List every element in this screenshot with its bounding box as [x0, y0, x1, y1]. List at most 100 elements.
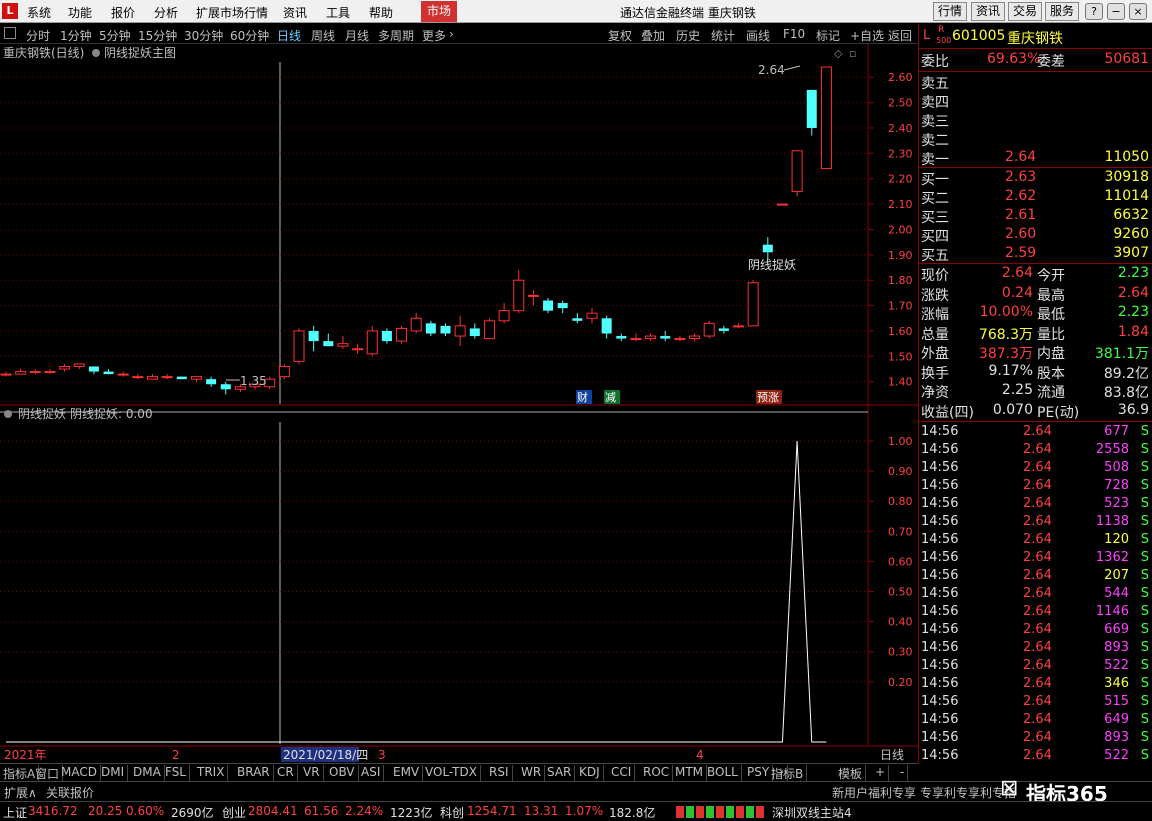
period-weekly[interactable]: 周线 — [311, 27, 335, 44]
candle[interactable] — [483, 318, 495, 340]
tool-lishi[interactable]: 历史 — [676, 27, 700, 44]
tick-row[interactable]: 14:56 2.64 522 S — [919, 748, 1152, 767]
candle[interactable] — [703, 320, 715, 339]
close-icon[interactable]: × — [1129, 3, 1147, 20]
candle[interactable] — [454, 315, 466, 347]
stat-row[interactable]: 外盘 387.3万 内盘 381.1万 — [919, 343, 1152, 362]
bid-row[interactable]: 买四 2.60 9260 — [919, 226, 1152, 245]
indicator-tab[interactable]: DMI — [98, 765, 129, 781]
period-5min[interactable]: 5分钟 — [99, 27, 131, 44]
menu-quote[interactable]: 报价 — [111, 4, 135, 21]
candle[interactable] — [498, 303, 510, 324]
news-ticker-1[interactable]: 新用户福利专享 — [832, 784, 916, 801]
candle[interactable] — [396, 325, 408, 344]
menu-info[interactable]: 资讯 — [283, 4, 307, 21]
tool-fuquan[interactable]: 复权 — [608, 27, 632, 44]
indicator-tab[interactable]: MTM — [672, 765, 708, 781]
kc-label[interactable]: 科创 — [440, 804, 464, 821]
tab-hangqing[interactable]: 行情 — [933, 2, 967, 21]
candle[interactable] — [469, 323, 480, 339]
stat-row[interactable]: 涨跌 0.24 最高 2.64 — [919, 285, 1152, 304]
period-30min[interactable]: 30分钟 — [184, 27, 223, 44]
candle[interactable] — [601, 315, 612, 339]
menu-function[interactable]: 功能 — [68, 4, 92, 21]
minimize-icon[interactable]: − — [1107, 3, 1125, 20]
bid-row[interactable]: 买三 2.61 6632 — [919, 207, 1152, 226]
tick-row[interactable]: 14:56 2.64 346 S — [919, 676, 1152, 695]
indicator-tab[interactable]: CR — [274, 765, 298, 781]
formula-settings-icon[interactable] — [92, 49, 100, 57]
candle[interactable] — [308, 325, 319, 352]
candle[interactable] — [616, 333, 627, 342]
indicator-tab-right[interactable]: + — [872, 765, 890, 781]
indicator-settings-icon[interactable] — [4, 410, 12, 418]
indicator-tab[interactable]: KDJ — [576, 765, 604, 781]
tool-tongji[interactable]: 统计 — [711, 27, 735, 44]
stat-row[interactable]: 总量 768.3万 量比 1.84 — [919, 324, 1152, 343]
candle[interactable] — [586, 308, 598, 324]
expand-toggle[interactable]: 扩展∧ — [4, 784, 37, 801]
candle[interactable] — [352, 343, 364, 354]
indicator-tab[interactable]: ROC — [640, 765, 674, 781]
candle[interactable] — [674, 336, 686, 342]
candle[interactable] — [117, 371, 129, 377]
candle[interactable] — [44, 369, 56, 375]
tick-row[interactable]: 14:56 2.64 893 S — [919, 730, 1152, 749]
indicator-tab[interactable]: BOLL — [704, 765, 742, 781]
period-more[interactable]: 更多 — [422, 27, 446, 44]
related-quote-link[interactable]: 关联报价 — [46, 784, 94, 801]
period-fenshi[interactable]: 分时 — [26, 27, 50, 44]
indicator-tab[interactable]: SAR — [544, 765, 576, 781]
tick-row[interactable]: 14:56 2.64 1138 S — [919, 514, 1152, 533]
tick-row[interactable]: 14:56 2.64 508 S — [919, 460, 1152, 479]
indicator-tab-right[interactable]: 模板 — [835, 765, 867, 781]
chart-area[interactable]: 重庆钢铁(日线) 阴线捉妖主图 ◇ ▫ 阴线捉妖 阴线捉妖: 0.00 2.64… — [0, 44, 918, 764]
indicator-tab-right[interactable]: 指标B — [768, 765, 808, 781]
indicator-tab[interactable]: MACD — [58, 765, 101, 781]
candle[interactable] — [645, 333, 657, 342]
candle[interactable] — [88, 366, 99, 375]
indicator-tab[interactable]: TRIX — [194, 765, 229, 781]
indicator-tab-right[interactable]: - — [897, 765, 909, 781]
candle[interactable] — [527, 290, 539, 306]
candle[interactable] — [689, 333, 701, 342]
bid-row[interactable]: 买五 2.59 3907 — [919, 245, 1152, 264]
period-monthly[interactable]: 月线 — [345, 27, 369, 44]
indicator-tab[interactable]: WR — [518, 765, 546, 781]
indicator-tab[interactable]: EMV — [390, 765, 424, 781]
candle[interactable] — [630, 333, 642, 342]
candle[interactable] — [440, 323, 451, 337]
kline-chart[interactable]: 重庆钢铁(日线) 阴线捉妖主图 ◇ ▫ 阴线捉妖 阴线捉妖: 0.00 2.64… — [0, 44, 918, 764]
ask-row[interactable]: 卖五 — [919, 73, 1152, 92]
candle[interactable] — [190, 376, 202, 382]
chart-formula[interactable]: 阴线捉妖主图 — [104, 45, 176, 60]
event-badge-yuzhang[interactable]: 预涨 — [756, 390, 782, 404]
stat-row[interactable]: 净资 2.25 流通 83.8亿 — [919, 382, 1152, 401]
candle[interactable] — [762, 237, 773, 260]
candle[interactable] — [278, 363, 290, 380]
period-1min[interactable]: 1分钟 — [60, 27, 92, 44]
tab-jiaoyi[interactable]: 交易 — [1008, 2, 1042, 21]
tick-row[interactable]: 14:56 2.64 1146 S — [919, 604, 1152, 623]
candle[interactable] — [513, 270, 525, 314]
candle[interactable] — [206, 376, 217, 387]
cy-label[interactable]: 创业 — [222, 804, 246, 821]
candle[interactable] — [161, 374, 173, 380]
ask-row[interactable]: 卖二 — [919, 130, 1152, 149]
tick-row[interactable]: 14:56 2.64 677 S — [919, 424, 1152, 443]
help-icon[interactable]: ? — [1085, 3, 1103, 20]
stat-row[interactable]: 收益(四) 0.070 PE(动) 36.9 — [919, 402, 1152, 421]
candle[interactable] — [323, 333, 334, 347]
candle[interactable] — [0, 371, 12, 377]
candle[interactable] — [733, 323, 744, 329]
tick-row[interactable]: 14:56 2.64 1362 S — [919, 550, 1152, 569]
tick-row[interactable]: 14:56 2.64 649 S — [919, 712, 1152, 731]
candle[interactable] — [557, 300, 568, 314]
stat-row[interactable]: 涨幅 10.00% 最低 2.23 — [919, 304, 1152, 323]
menu-system[interactable]: 系统 — [27, 4, 51, 21]
tick-row[interactable]: 14:56 2.64 893 S — [919, 640, 1152, 659]
menu-help[interactable]: 帮助 — [369, 4, 393, 21]
candle[interactable] — [660, 330, 671, 342]
candle[interactable] — [59, 363, 71, 372]
candle[interactable] — [132, 374, 144, 380]
